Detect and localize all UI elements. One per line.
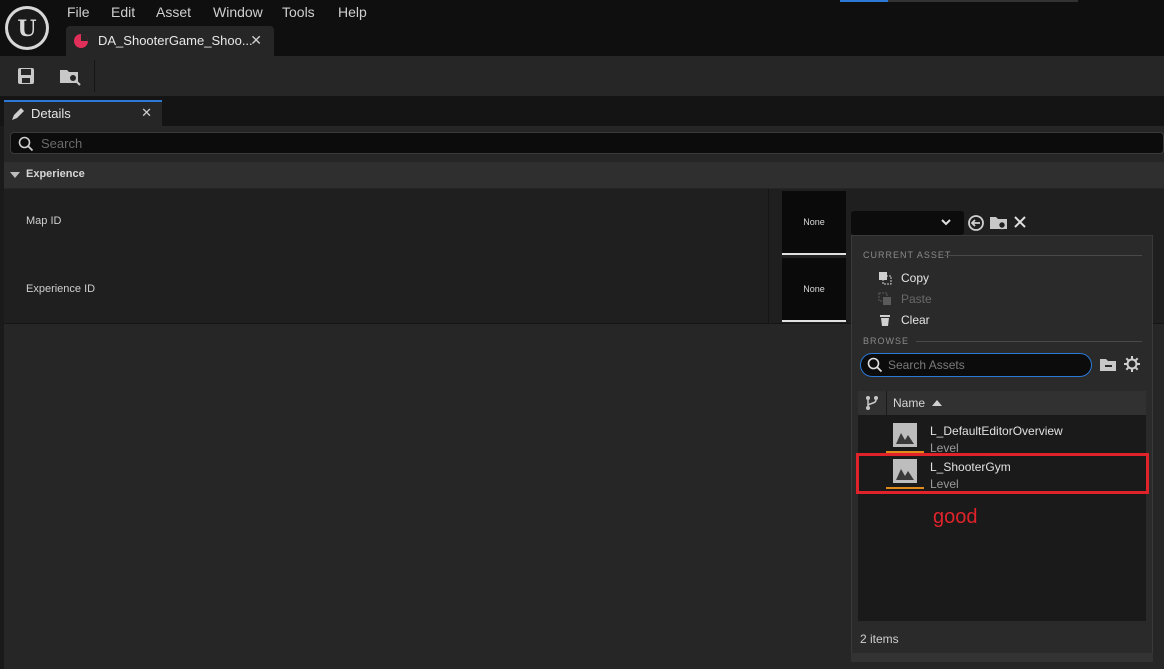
section-header-current-asset: CURRENT ASSET: [863, 250, 952, 260]
menu-help[interactable]: Help: [338, 4, 367, 20]
save-icon[interactable]: [16, 66, 36, 86]
item-count: 2 items: [860, 632, 899, 646]
data-asset-icon: [74, 34, 88, 48]
menu-paste[interactable]: Paste: [901, 292, 932, 306]
row-splitter[interactable]: [768, 256, 769, 323]
trash-icon: [880, 315, 890, 326]
clear-x-icon[interactable]: [1013, 215, 1027, 229]
column-divider: [886, 391, 887, 415]
settings-gear-icon[interactable]: [1124, 356, 1140, 372]
menu-edit[interactable]: Edit: [111, 4, 135, 20]
document-tab[interactable]: DA_ShooterGame_Shoo... ✕: [66, 26, 274, 56]
collapse-arrow-icon[interactable]: [10, 172, 20, 178]
asset-row[interactable]: L_DefaultEditorOverview Level: [858, 419, 1146, 455]
asset-picker-combo[interactable]: [851, 211, 964, 235]
unreal-logo-icon[interactable]: U: [5, 6, 49, 50]
menu-copy[interactable]: Copy: [901, 271, 929, 285]
window-accent: [840, 0, 888, 2]
row-splitter[interactable]: [768, 189, 769, 256]
sort-ascending-icon: [932, 400, 942, 406]
asset-search-placeholder: Search Assets: [888, 358, 965, 372]
menu-asset[interactable]: Asset: [156, 4, 191, 20]
column-header-name[interactable]: Name: [893, 396, 925, 410]
level-icon: [886, 423, 924, 453]
menu-tools[interactable]: Tools: [282, 4, 315, 20]
category-experience[interactable]: Experience: [4, 162, 1164, 188]
use-selected-icon[interactable]: [967, 214, 985, 232]
search-placeholder: Search: [41, 136, 83, 151]
browse-to-asset-icon[interactable]: [58, 66, 82, 86]
section-divider: [944, 255, 1142, 256]
search-icon: [18, 136, 34, 152]
section-divider: [916, 341, 1142, 342]
asset-list-header: Name: [858, 391, 1146, 415]
details-search-input[interactable]: Search: [10, 132, 1164, 154]
annotation-text: good: [933, 506, 978, 528]
pencil-icon: [12, 108, 24, 120]
details-tab[interactable]: Details ✕: [4, 100, 162, 126]
asset-search-input[interactable]: Search Assets: [860, 353, 1092, 377]
paste-icon: [878, 292, 891, 305]
toolbar-separator: [94, 60, 95, 92]
section-header-browse: BROWSE: [863, 336, 910, 346]
toolbar: [0, 56, 1164, 96]
thumbnail-label: None: [803, 284, 825, 294]
details-tab-title: Details: [31, 106, 71, 121]
asset-thumbnail[interactable]: None: [782, 191, 846, 255]
menu-clear[interactable]: Clear: [901, 313, 930, 327]
asset-name: L_DefaultEditorOverview: [930, 424, 1063, 438]
copy-icon: [879, 272, 892, 285]
document-tab-title: DA_ShooterGame_Shoo...: [98, 33, 253, 48]
search-icon: [867, 357, 883, 373]
property-label: Map ID: [26, 215, 62, 227]
menu-file[interactable]: File: [67, 4, 90, 20]
window-accent-track: [888, 0, 1078, 2]
annotation-highlight-box: [856, 453, 1149, 494]
asset-thumbnail[interactable]: None: [782, 258, 846, 322]
category-label: Experience: [26, 168, 85, 180]
close-tab-icon[interactable]: ✕: [250, 32, 262, 49]
panel-tab-strip: [0, 96, 1164, 126]
menu-resize-bar[interactable]: [851, 653, 1153, 662]
menu-window[interactable]: Window: [213, 4, 263, 20]
chevron-down-icon: [941, 219, 951, 226]
property-label: Experience ID: [26, 283, 96, 295]
close-details-icon[interactable]: ✕: [141, 105, 152, 121]
folder-filter-icon[interactable]: [1099, 357, 1117, 373]
source-control-icon[interactable]: [865, 395, 879, 411]
thumbnail-label: None: [803, 217, 825, 227]
browse-folder-icon[interactable]: [989, 214, 1009, 232]
